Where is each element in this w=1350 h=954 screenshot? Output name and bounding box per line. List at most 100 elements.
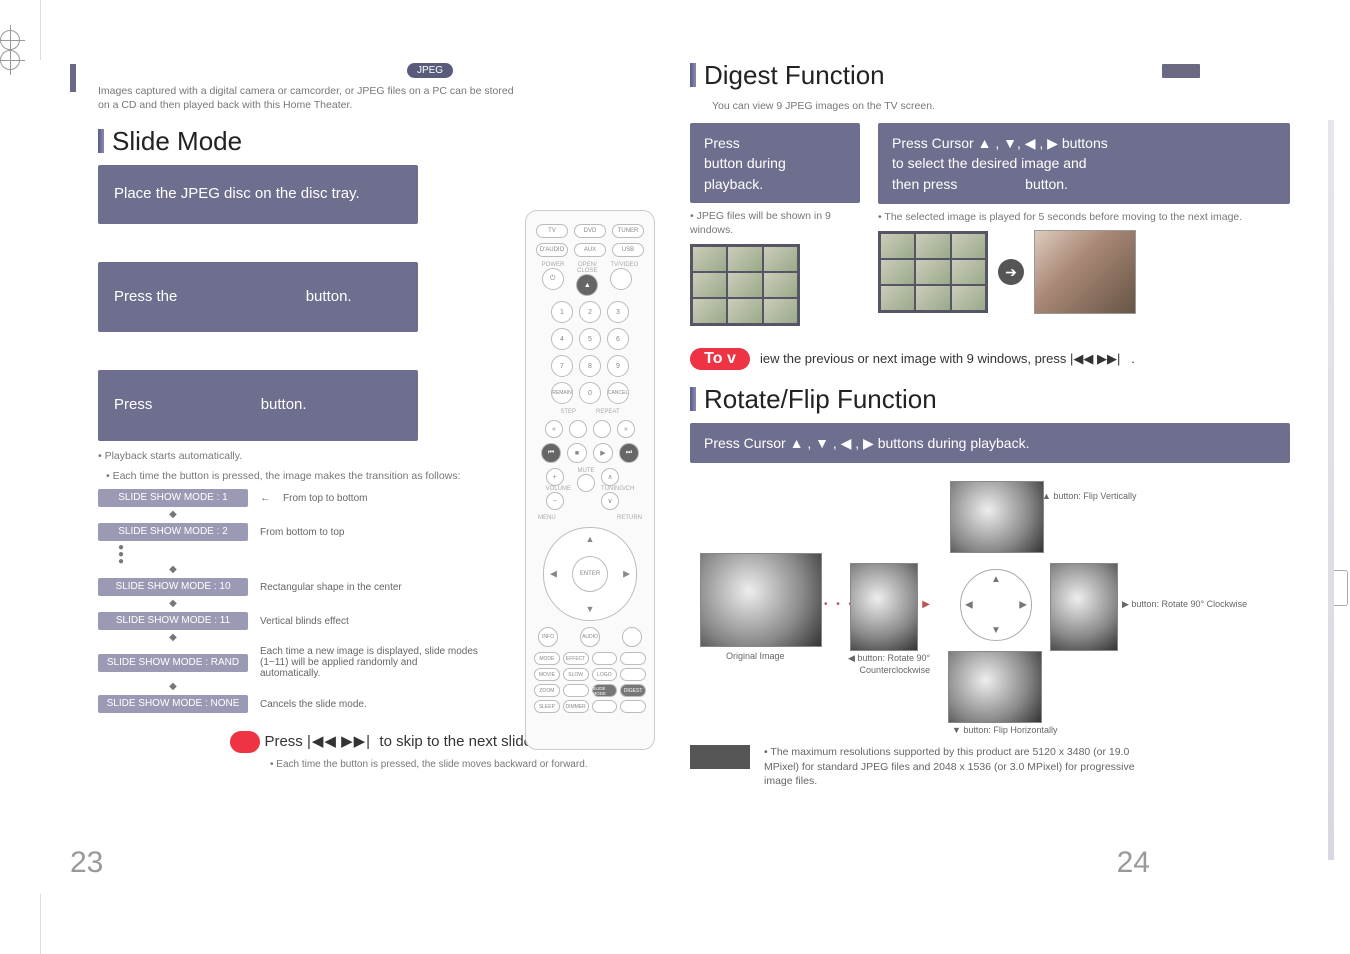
mode-row-2: SLIDE SHOW MODE : 2 From bottom to top [98,523,520,541]
remote-btn-blank2 [592,700,618,713]
thumbnail-grid-1 [690,244,800,326]
rotate-cw-image [1050,563,1118,651]
remote-label-mute: MUTE [577,468,595,474]
step-3-box: Press button. [98,370,418,441]
remote-num-1: 1 [551,301,573,323]
rotate-callout: Press Cursor ▲ , ▼ , ◀ , ▶ buttons durin… [690,423,1290,463]
remote-btn-logo: LOGO [592,668,618,681]
title-bar-icon [98,129,104,153]
remote-btn-play: ▶ [593,443,613,463]
tip-prev-icon: |◀◀ [1070,351,1093,366]
ring-left-icon: ◀ [965,599,973,610]
remote-label-menu: MENU [538,515,556,521]
remote-btn-aux: AUX [574,243,606,257]
mode-row-none: SLIDE SHOW MODE : NONE Cancels the slide… [98,695,520,713]
remote-btn-daudio: D'AUDIO [536,243,568,257]
remote-label-tuning: TUNING/CH [601,486,634,492]
mode-ellipsis: ●●● [98,544,248,565]
prev-next-tip: To v iew the previous or next image with… [690,348,1290,370]
remote-label-repeat: REPEAT [596,409,620,415]
remote-illustration: TV DVD TUNER D'AUDIO AUX USB POWER ⏻ OPE… [525,210,655,750]
skip-next-icon: ▶▶| [341,733,371,750]
mode-arrow-4: ◆ [98,599,248,609]
remote-btn-cancel: CANCEL [607,382,629,404]
page-number-24: 24 [1117,846,1150,880]
mode-pill-rand: SLIDE SHOW MODE : RAND [98,654,248,672]
remote-btn-mute [577,474,595,492]
resolution-note-text: • The maximum resolutions supported by t… [764,745,1164,789]
ring-right-icon: ▶ [1019,599,1027,610]
rotate-cw-label: ▶ button: Rotate 90° Clockwise [1122,599,1247,611]
remote-btn-forward: » [617,420,635,438]
note-tag-icon [690,745,750,769]
remote-btn-vol-down: − [546,492,564,510]
rotate-ccw-image [850,563,918,651]
remote-btn-mode: MODE [534,652,560,665]
tip-next-icon: ▶▶| [1097,351,1120,366]
mode-pill-none: SLIDE SHOW MODE : NONE [98,695,248,713]
mode-pill-2: SLIDE SHOW MODE : 2 [98,523,248,541]
skip-prev-icon: |◀◀ [307,733,337,750]
digest-right-note: • The selected image is played for 5 sec… [878,210,1290,224]
remote-btn-sound [620,668,646,681]
digest-left-callout: Press button during playback. [690,123,860,203]
remote-btn-stop: ■ [567,443,587,463]
crop-mark-top [0,0,675,20]
remote-label-open: OPEN/ CLOSE [576,262,598,274]
remote-btn-remain: REMAIN [551,382,573,404]
arrow-right-icon: ➔ [998,259,1024,285]
remote-label-tvvideo: TV/VIDEO [610,262,638,268]
mode-desc-10: Rectangular shape in the center [260,582,402,593]
trim-line-top [40,0,41,60]
remote-btn-blank3 [620,700,646,713]
intro-text: Images captured with a digital camera or… [98,84,520,112]
remote-btn-ch-up: ∧ [601,468,619,486]
resolution-note: • The maximum resolutions supported by t… [690,745,1290,789]
remote-btn-info: INFO [538,627,558,647]
remote-btn-zoom: ZOOM [534,684,560,697]
remote-dpad: ▲ ▼ ◀ ▶ [543,527,637,621]
right-nav-strip [1328,120,1334,860]
crop-mark-left [0,30,1350,50]
step-2-box: Press the button. [98,262,418,333]
remote-btn-next: ⏭ [619,443,639,463]
dpad-up-icon: ▲ [586,534,595,544]
digest-sub: You can view 9 JPEG images on the TV scr… [690,99,1290,113]
rotate-title: Rotate/Flip Function [690,384,1290,415]
rotate-diagram: Original Image • • • • • • • • ▶ ▲ butto… [690,481,1290,701]
mode-row-1: SLIDE SHOW MODE : 1 ← From top to bottom [98,489,520,507]
remote-label-power: POWER [542,262,565,268]
playback-auto-note: • Playback starts automatically. [98,449,520,463]
mode-desc-2: From bottom to top [260,527,344,538]
remote-num-4: 4 [551,328,573,350]
mode-arrow-5: ◆ [98,633,248,643]
remote-btn-tvvideo [610,268,632,290]
remote-btn-effect: EFFECT [563,652,589,665]
ring-up-icon: ▲ [991,574,1001,585]
remote-btn-rewind: « [545,420,563,438]
title-bar-icon-3 [690,387,696,411]
remote-num-7: 7 [551,355,573,377]
remote-btn-ezview [563,684,589,697]
remote-btn-slidemode: SLIDE MODE [592,684,618,697]
mode-pill-11: SLIDE SHOW MODE : 11 [98,612,248,630]
remote-btn-open-close: ▲ [576,274,598,296]
selected-image-preview [1034,230,1136,314]
mode-arrow-1: ◆ [98,510,248,520]
dpad-left-icon: ◀ [550,569,557,580]
mode-pill-1: SLIDE SHOW MODE : 1 [98,489,248,507]
step-1-box: Place the JPEG disc on the disc tray. [98,165,418,224]
remote-num-0: 0 [579,382,601,404]
remote-num-3: 3 [607,301,629,323]
remote-label-step: STEP [560,409,576,415]
jpeg-badge: JPEG [407,63,453,78]
flip-vertical-image [950,481,1044,553]
flip-horizontal-label: ▼ button: Flip Horizontally [952,725,1057,737]
mode-desc-rand: Each time a new image is displayed, slid… [260,646,480,679]
ring-down-icon: ▼ [991,625,1001,636]
original-image [700,553,822,647]
mode-pill-10: SLIDE SHOW MODE : 10 [98,578,248,596]
skip-bullet-icon [230,731,260,753]
flip-vertical-label: ▲ button: Flip Vertically [1042,491,1136,503]
transition-note: • Each time the button is pressed, the i… [98,469,520,483]
